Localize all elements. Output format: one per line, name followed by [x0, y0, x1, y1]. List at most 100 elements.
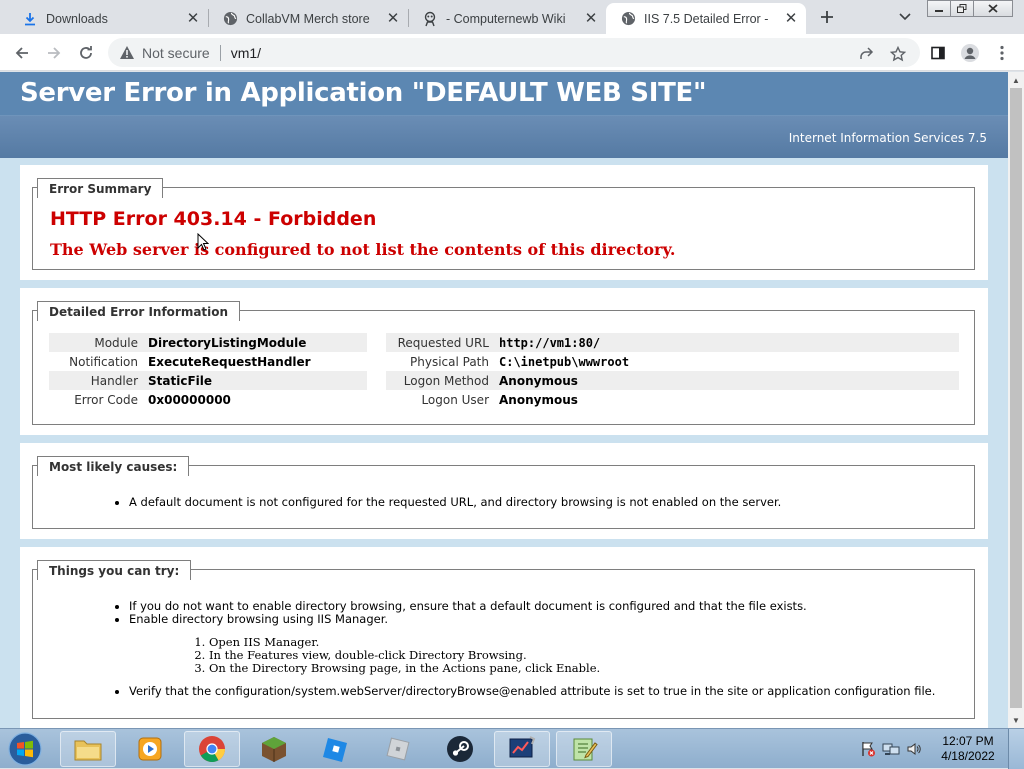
taskbar-roblox[interactable] — [370, 731, 426, 767]
detail-value: 0x00000000 — [148, 392, 231, 407]
show-desktop-button[interactable] — [1008, 729, 1024, 769]
network-monitor-icon — [509, 736, 536, 758]
tab-title: - Computernewb Wiki — [446, 11, 566, 26]
close-icon[interactable]: ✕ — [184, 9, 202, 27]
scroll-up-icon[interactable]: ▲ — [1008, 72, 1024, 88]
url-text[interactable]: vm1/ — [231, 45, 261, 61]
list-item: A default document is not configured for… — [129, 496, 781, 509]
page-subheader: Internet Information Services 7.5 — [0, 116, 1008, 158]
scroll-down-icon[interactable]: ▼ — [1008, 712, 1024, 728]
windows-start-icon — [8, 732, 42, 766]
error-summary-fieldset: Error Summary HTTP Error 403.14 - Forbid… — [32, 178, 975, 270]
address-bar[interactable]: Not secure vm1/ — [108, 38, 920, 67]
detailed-error-panel: Detailed Error Information Module Direct… — [20, 288, 988, 435]
tab-iis-error[interactable]: IIS 7.5 Detailed Error - 403 ✕ — [606, 3, 806, 34]
profile-avatar[interactable] — [958, 41, 982, 65]
omnibox-divider — [219, 44, 221, 61]
start-button[interactable] — [4, 730, 46, 768]
page-scrollbar[interactable]: ▲ ▼ — [1008, 72, 1024, 728]
clock-date: 4/18/2022 — [941, 749, 995, 763]
folder-icon — [74, 740, 102, 761]
bookmark-star-icon[interactable] — [886, 42, 910, 66]
error-summary-legend: Error Summary — [37, 178, 164, 198]
tab-title: CollabVM Merch store — [246, 11, 370, 26]
tab-collabvm-merch[interactable]: CollabVM Merch store ✕ — [208, 3, 408, 34]
detail-value: StaticFile — [148, 373, 213, 388]
close-icon[interactable]: ✕ — [384, 9, 402, 27]
globe-icon — [620, 11, 636, 27]
reload-button[interactable] — [74, 41, 98, 65]
detail-key: Requested URL — [397, 335, 489, 350]
causes-legend: Most likely causes: — [37, 456, 190, 476]
security-label[interactable]: Not secure — [142, 45, 210, 61]
close-window-button[interactable] — [973, 0, 1013, 17]
tab-title: Downloads — [46, 11, 108, 26]
server-version: Internet Information Services 7.5 — [788, 131, 987, 145]
tab-computernewb-wiki[interactable]: - Computernewb Wiki ✕ — [408, 3, 606, 34]
detail-value: http://vm1:80/ — [499, 335, 601, 350]
forward-button[interactable] — [42, 41, 66, 65]
tab-strip: Downloads ✕ CollabVM Merch store ✕ - Com… — [0, 0, 1024, 34]
detail-row: Handler StaticFile — [49, 371, 367, 390]
wiki-icon — [422, 11, 438, 27]
detail-key: Module — [94, 335, 138, 350]
taskbar-steam[interactable] — [432, 731, 488, 767]
try-list: If you do not want to enable directory b… — [129, 600, 807, 626]
taskbar-notepad[interactable] — [556, 731, 612, 767]
close-icon[interactable]: ✕ — [782, 9, 800, 27]
detail-key: Handler — [90, 373, 138, 388]
detail-value: C:\inetpub\wwwroot — [499, 354, 630, 369]
warning-icon[interactable] — [118, 44, 136, 62]
try-panel: Things you can try: If you do not want t… — [20, 547, 988, 728]
minimize-button[interactable] — [927, 0, 951, 17]
detail-key: Notification — [69, 354, 138, 369]
taskbar-clock[interactable]: 12:07 PM 4/18/2022 — [940, 734, 996, 764]
taskbar-network-app[interactable] — [494, 731, 550, 767]
profile-icon — [961, 44, 979, 62]
roblox-icon — [386, 737, 410, 761]
step-item: On the Directory Browsing page, in the A… — [209, 662, 600, 675]
taskbar-roblox-studio[interactable] — [308, 731, 364, 767]
tab-title: IIS 7.5 Detailed Error - 403 — [644, 11, 772, 26]
side-panel-button[interactable] — [926, 41, 950, 65]
download-icon — [22, 11, 38, 27]
taskbar-media-player[interactable] — [122, 731, 178, 767]
detail-value: DirectoryListingModule — [148, 335, 307, 350]
browser-toolbar: Not secure vm1/ — [0, 34, 1024, 71]
restore-button[interactable] — [950, 0, 974, 17]
action-center-flag-icon[interactable] — [860, 741, 876, 757]
media-player-icon — [138, 737, 162, 761]
detail-row: Error Code 0x00000000 — [49, 390, 367, 409]
menu-button[interactable] — [990, 41, 1014, 65]
close-icon[interactable]: ✕ — [582, 9, 600, 27]
error-summary-panel: Error Summary HTTP Error 403.14 - Forbid… — [20, 165, 988, 280]
taskbar-minecraft[interactable] — [246, 731, 302, 767]
mouse-cursor-icon — [197, 233, 209, 251]
network-icon[interactable] — [882, 741, 900, 757]
system-tray — [860, 733, 922, 765]
detail-value: Anonymous — [499, 392, 578, 407]
detail-row: Physical Path C:\inetpub\wwwroot — [386, 352, 959, 371]
new-tab-button[interactable] — [816, 6, 838, 28]
detailed-error-legend: Detailed Error Information — [37, 301, 241, 321]
list-item: Verify that the configuration/system.web… — [129, 685, 935, 698]
try-legend: Things you can try: — [37, 560, 192, 580]
page-viewport: Server Error in Application "DEFAULT WEB… — [0, 72, 1008, 728]
back-button[interactable] — [10, 41, 34, 65]
volume-icon[interactable] — [906, 741, 922, 757]
clock-time: 12:07 PM — [942, 734, 994, 748]
causes-list: A default document is not configured for… — [129, 496, 781, 509]
minecraft-icon — [262, 737, 286, 762]
tab-search-chevron-icon[interactable] — [896, 8, 914, 26]
page-header: Server Error in Application "DEFAULT WEB… — [0, 72, 1008, 116]
taskbar-explorer[interactable] — [60, 731, 116, 767]
share-icon[interactable] — [854, 42, 878, 66]
taskbar-chrome[interactable] — [184, 731, 240, 767]
error-message: The Web server is configured to not list… — [50, 240, 676, 259]
scrollbar-thumb[interactable] — [1010, 88, 1022, 708]
tab-downloads[interactable]: Downloads ✕ — [8, 3, 208, 34]
detail-row: Requested URL http://vm1:80/ — [386, 333, 959, 352]
try-list-final: Verify that the configuration/system.web… — [129, 685, 935, 698]
steam-icon — [447, 736, 473, 762]
roblox-studio-icon — [323, 738, 347, 762]
